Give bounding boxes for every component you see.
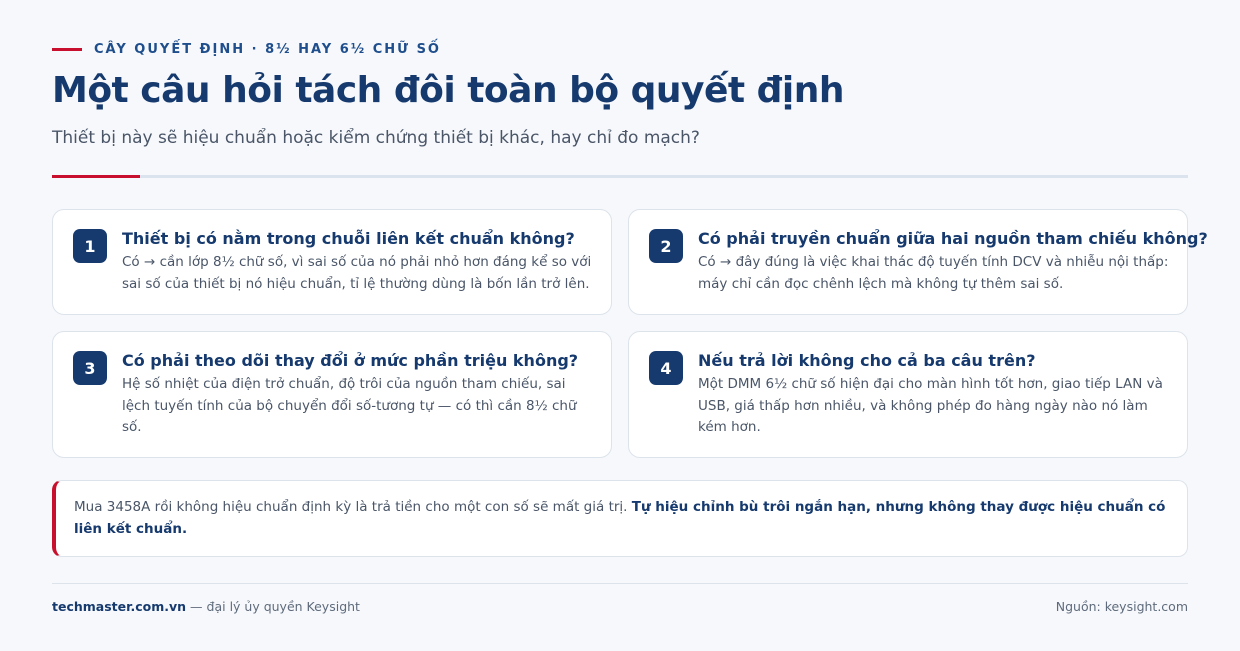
card-question: Có phải truyền chuẩn giữa hai nguồn tham… <box>698 229 1208 248</box>
card-answer: Có → cần lớp 8½ chữ số, vì sai số của nó… <box>122 254 592 292</box>
eyebrow-accent-bar <box>52 48 82 51</box>
card-question: Thiết bị có nằm trong chuỗi liên kết chu… <box>122 229 575 248</box>
page-subtitle: Thiết bị này sẽ hiệu chuẩn hoặc kiểm chứ… <box>52 128 700 148</box>
callout-text: Mua 3458A rồi không hiệu chuẩn định kỳ l… <box>74 499 632 515</box>
step-number-badge: 3 <box>73 351 107 385</box>
page-title: Một câu hỏi tách đôi toàn bộ quyết định <box>52 70 845 111</box>
decision-card-2: 2 Có phải truyền chuẩn giữa hai nguồn th… <box>628 209 1208 315</box>
eyebrow-text: CÂY QUYẾT ĐỊNH · 8½ HAY 6½ CHỮ SỐ <box>94 42 441 57</box>
step-number-badge: 4 <box>649 351 683 385</box>
footer-source: Nguồn: keysight.com <box>1055 599 1188 614</box>
callout-body: Mua 3458A rồi không hiệu chuẩn định kỳ l… <box>74 496 1171 540</box>
step-number-badge: 1 <box>73 229 107 263</box>
decision-card-4: 4 Nếu trả lời không cho cả ba câu trên? … <box>628 331 1188 458</box>
eyebrow: CÂY QUYẾT ĐỊNH · 8½ HAY 6½ CHỮ SỐ <box>52 42 441 57</box>
header-divider <box>52 175 1188 178</box>
footer-tagline: — đại lý ủy quyền Keysight <box>186 599 360 614</box>
card-question: Nếu trả lời không cho cả ba câu trên? <box>698 351 1036 370</box>
decision-card-1: 1 Thiết bị có nằm trong chuỗi liên kết c… <box>52 209 612 315</box>
card-answer: Một DMM 6½ chữ số hiện đại cho màn hình … <box>698 376 1163 435</box>
card-question: Có phải theo dõi thay đổi ở mức phần tri… <box>122 351 579 370</box>
card-answer: Có → đây đúng là việc khai thác độ tuyến… <box>698 254 1169 292</box>
decision-card-3: 3 Có phải theo dõi thay đổi ở mức phần t… <box>52 331 612 458</box>
card-answer: Hệ số nhiệt của điện trở chuẩn, độ trôi … <box>122 376 577 435</box>
footer-credit: techmaster.com.vn — đại lý ủy quyền Keys… <box>52 599 360 614</box>
step-number-badge: 2 <box>649 229 683 263</box>
callout-note: Mua 3458A rồi không hiệu chuẩn định kỳ l… <box>52 480 1188 557</box>
divider-accent <box>52 175 140 178</box>
footer-divider <box>52 583 1188 584</box>
footer-site: techmaster.com.vn <box>52 599 187 614</box>
